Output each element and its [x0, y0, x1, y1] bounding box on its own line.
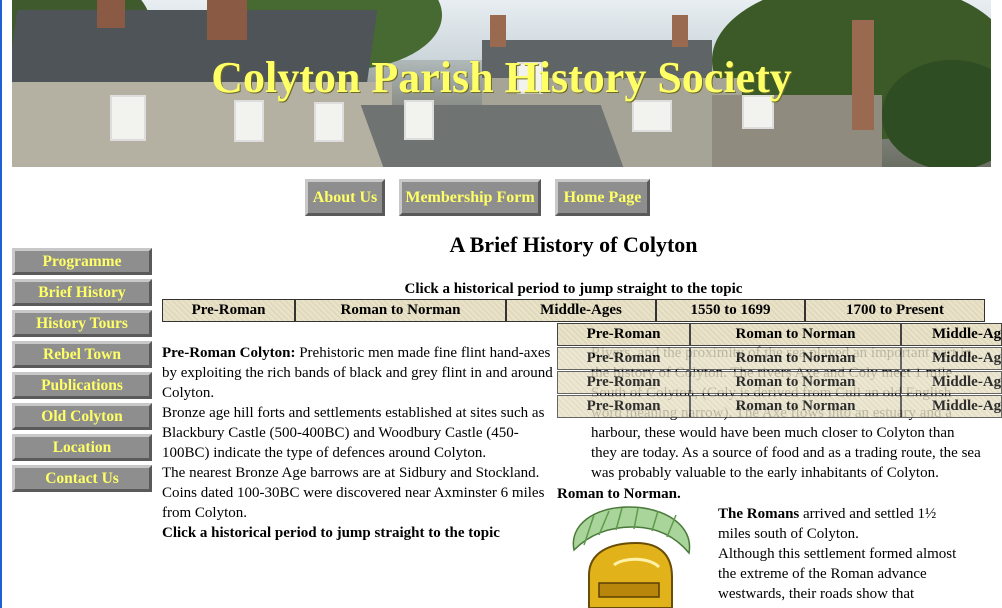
page-title: A Brief History of Colyton	[449, 232, 698, 257]
jump-prompt: Click a historical period to jump straig…	[404, 281, 743, 297]
pre-roman-section: Pre-Roman Colyton: Prehistoric men made …	[162, 343, 557, 543]
period-nav: Pre-Roman Roman to Norman Middle-Ages 15…	[162, 299, 985, 322]
period-link-roman-to-norman[interactable]: Roman to Norman	[690, 347, 901, 370]
period-nav-overlay: Pre-Roman Roman to Norman Middle-Ages	[557, 323, 1002, 346]
roman-helmet-image	[554, 505, 714, 608]
pre-roman-p2: Bronze age hill forts and settlements es…	[162, 405, 545, 461]
roman-paragraph: The Romans arrived and settled 1½ miles …	[718, 504, 968, 604]
period-link-middle-ages[interactable]: Middle-Ages	[901, 347, 1002, 370]
period-link-1550-1699[interactable]: 1550 to 1699	[656, 299, 805, 322]
banner-chimney	[490, 15, 506, 47]
period-nav-overlay: Pre-Roman Roman to Norman Middle-Ages	[557, 371, 1002, 394]
membership-form-button[interactable]: Membership Form	[399, 179, 541, 216]
about-us-button[interactable]: About Us	[305, 179, 385, 216]
period-link-middle-ages[interactable]: Middle-Ages	[901, 323, 1002, 346]
pre-roman-title: Pre-Roman Colyton:	[162, 345, 296, 361]
period-nav-overlay: Pre-Roman Roman to Norman Middle-Ages	[557, 347, 1002, 370]
roman-p2: Although this settlement formed almost t…	[718, 546, 957, 602]
period-link-roman-to-norman[interactable]: Roman to Norman	[690, 323, 901, 346]
period-link-pre-roman[interactable]: Pre-Roman	[557, 395, 690, 418]
romans-bold: The Romans	[718, 506, 800, 522]
period-link-roman-to-norman[interactable]: Roman to Norman	[690, 371, 901, 394]
sidebar-item-brief-history[interactable]: Brief History	[12, 279, 152, 306]
sidebar-item-old-colyton[interactable]: Old Colyton	[12, 403, 152, 430]
site-title: Colyton Parish History Society	[211, 53, 792, 102]
banner-window	[632, 100, 672, 132]
home-page-button[interactable]: Home Page	[555, 179, 650, 216]
pre-roman-p4: Coins dated 100-30BC were discovered nea…	[162, 485, 545, 521]
jump-prompt-repeat[interactable]: Click a historical period to jump straig…	[162, 523, 557, 543]
period-link-middle-ages[interactable]: Middle-Ages	[901, 395, 1002, 418]
period-link-roman-to-norman[interactable]: Roman to Norman	[295, 299, 506, 322]
sidebar-item-location[interactable]: Location	[12, 434, 152, 461]
sidebar-item-rebel-town[interactable]: Rebel Town	[12, 341, 152, 368]
banner-chimney	[672, 15, 688, 47]
period-link-pre-roman[interactable]: Pre-Roman	[557, 347, 690, 370]
banner-chimney	[207, 0, 247, 40]
period-link-roman-to-norman[interactable]: Roman to Norman	[690, 395, 901, 418]
pre-roman-intro: Pre-Roman Colyton: Prehistoric men made …	[162, 343, 557, 403]
period-link-1700-present[interactable]: 1700 to Present	[805, 299, 985, 322]
sidebar-item-contact-us[interactable]: Contact Us	[12, 465, 152, 492]
banner-window	[314, 102, 344, 142]
left-edge-line	[0, 0, 2, 608]
period-link-pre-roman[interactable]: Pre-Roman	[557, 371, 690, 394]
sidebar-item-programme[interactable]: Programme	[12, 248, 152, 275]
helmet-icon	[572, 506, 691, 608]
period-link-pre-roman[interactable]: Pre-Roman	[557, 323, 690, 346]
sidebar-item-history-tours[interactable]: History Tours	[12, 310, 152, 337]
period-link-middle-ages[interactable]: Middle-Ages	[901, 371, 1002, 394]
period-link-middle-ages[interactable]: Middle-Ages	[506, 299, 656, 322]
roman-section-title: Roman to Norman.	[557, 486, 681, 502]
sidebar-item-publications[interactable]: Publications	[12, 372, 152, 399]
banner-roof	[360, 105, 624, 167]
banner-window	[404, 100, 434, 140]
roman-lead: The Romans arrived and settled 1½ miles …	[718, 504, 968, 544]
header-banner: Colyton Parish History Society	[12, 0, 991, 167]
period-nav-overlay: Pre-Roman Roman to Norman Middle-Ages	[557, 395, 1002, 418]
banner-chimney	[97, 0, 125, 28]
period-link-pre-roman[interactable]: Pre-Roman	[162, 299, 295, 322]
banner-window	[234, 100, 264, 142]
pre-roman-p3: The nearest Bronze Age barrows are at Si…	[162, 465, 540, 481]
